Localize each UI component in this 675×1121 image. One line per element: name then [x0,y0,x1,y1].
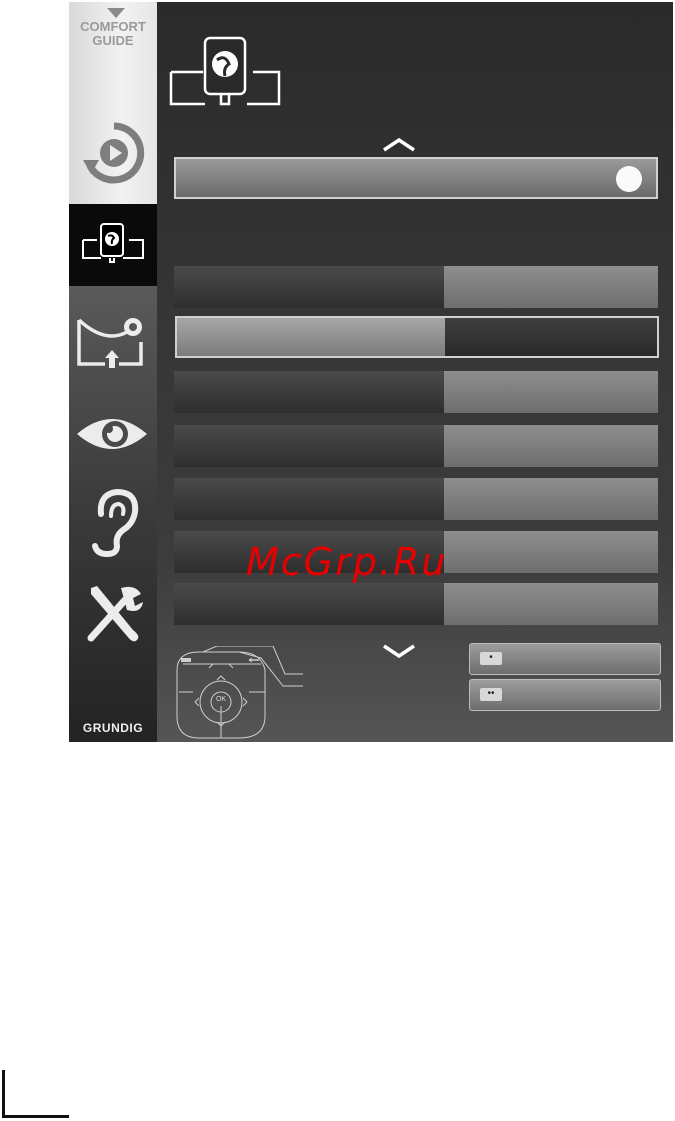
row-value[interactable] [445,318,657,356]
button-key-icon: • [480,652,502,665]
row-label [174,425,444,467]
row-label [177,318,447,356]
row-value[interactable] [444,478,658,520]
row-value[interactable] [444,371,658,413]
menu-row-selected[interactable] [175,316,659,358]
scroll-down-icon[interactable] [382,644,416,658]
menu-row[interactable] [174,478,658,520]
scroll-up-icon[interactable] [382,138,416,152]
network-globe-icon [169,36,281,106]
red-function-button[interactable]: • [469,643,661,675]
remote-navigation-diagram [176,646,303,739]
ok-label: OK [215,696,227,703]
watermark: McGrp.Ru [246,540,448,584]
button-key-icon: •• [480,688,502,701]
menu-row[interactable] [174,266,658,308]
comfort-guide-label[interactable]: COMFORT GUIDE [69,20,157,48]
page-corner-mark [2,1070,69,1118]
ear-icon[interactable] [87,488,141,558]
eye-icon[interactable] [75,412,149,456]
sidebar: COMFORT GUIDE GRUNDIG [69,2,157,742]
menu-row[interactable] [174,371,658,413]
brand-logo: GRUNDIG [82,721,144,735]
source-input-icon[interactable] [75,314,147,374]
row-label [174,478,444,520]
row-label [174,371,444,413]
row-label [174,266,444,308]
menu-row[interactable] [174,583,658,625]
row-value[interactable] [444,266,658,308]
menu-row[interactable] [174,425,658,467]
row-value[interactable] [444,531,658,573]
tools-icon[interactable] [81,582,147,642]
play-circle-icon[interactable] [81,120,147,186]
selector-knob[interactable] [616,166,642,192]
network-globe-icon[interactable] [79,220,147,264]
row-label [174,583,444,625]
green-function-button[interactable]: •• [469,679,661,711]
row-value[interactable] [444,583,658,625]
comfort-guide-arrow-icon [107,8,125,18]
main-panel: OK • •• [157,2,673,742]
row-value[interactable] [444,425,658,467]
network-selector[interactable] [174,157,658,199]
tv-screen: COMFORT GUIDE GRUNDIG OK • •• [69,2,673,742]
